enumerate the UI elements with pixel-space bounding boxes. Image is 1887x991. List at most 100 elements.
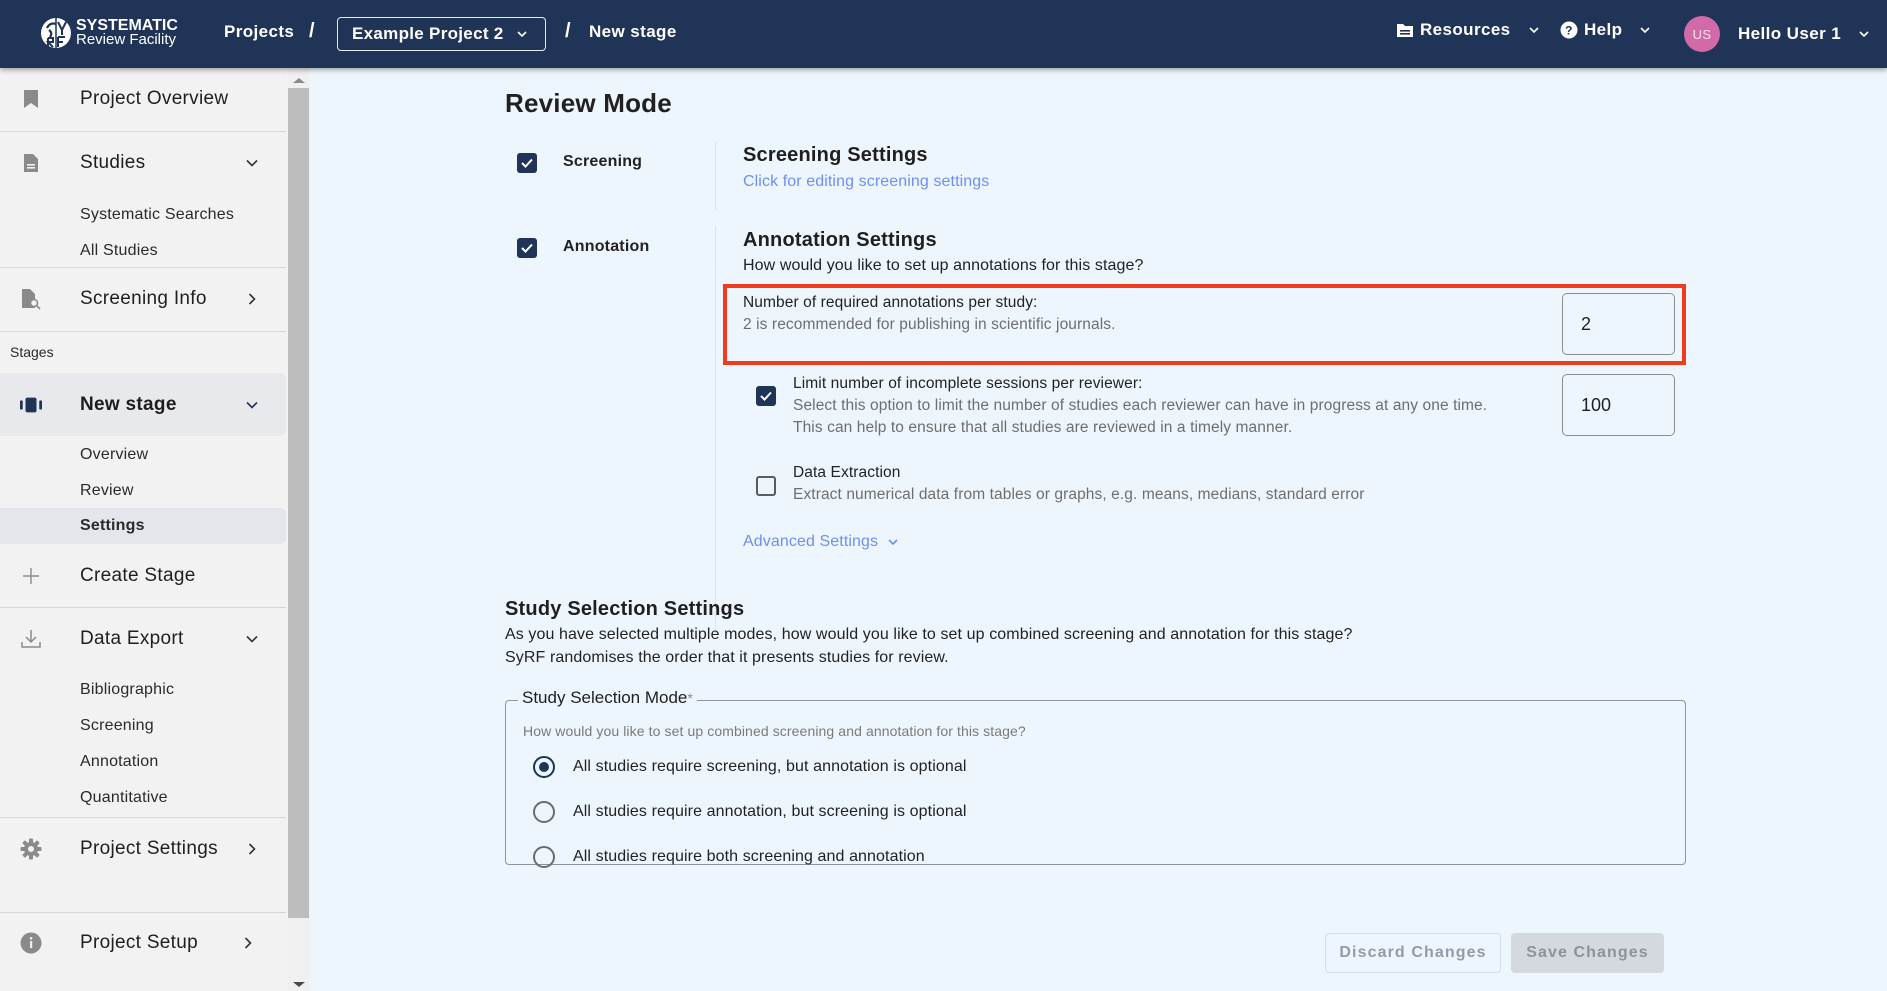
advanced-settings-label: Advanced Settings [743, 533, 879, 550]
help-circle-icon: ? [1560, 21, 1578, 39]
document-search-icon [20, 288, 42, 310]
logo-subtitle: Review Facility [76, 31, 177, 48]
required-annotations-hint: 2 is recommended for publishing in scien… [743, 316, 1116, 333]
scroll-up-arrow-icon[interactable] [293, 78, 305, 83]
sidebar: Project Overview Studies Systematic Sear… [0, 68, 287, 991]
document-icon [20, 152, 42, 174]
required-annotations-input[interactable] [1562, 293, 1675, 355]
sidebar-item-label: Data Export [80, 628, 184, 649]
sidebar-subitem-quantitative[interactable]: Quantitative [0, 781, 286, 815]
checkmark-icon [760, 391, 772, 401]
divider [0, 267, 286, 268]
svg-text:?: ? [1565, 24, 1573, 38]
sidebar-subitem-label: Overview [80, 446, 149, 463]
help-label: Help [1584, 20, 1623, 39]
divider [0, 817, 286, 818]
info-icon [20, 932, 42, 954]
sidebar-scrollbar[interactable] [288, 68, 310, 991]
sidebar-subitem-label: Annotation [80, 753, 159, 770]
sidebar-item-screening-info[interactable]: Screening Info [0, 270, 286, 328]
breadcrumb-projects[interactable]: Projects [224, 22, 294, 42]
data-extraction-label: Data Extraction [793, 464, 901, 481]
chevron-down-icon [1528, 27, 1539, 34]
sidebar-item-studies[interactable]: Studies [0, 134, 286, 192]
sidebar-item-label: Project Setup [80, 932, 198, 953]
sidebar-subitem-label: Bibliographic [80, 681, 175, 698]
sidebar-subitem-bibliographic[interactable]: Bibliographic [0, 673, 286, 707]
study-selection-title: Study Selection Settings [505, 598, 745, 620]
annotation-settings-subtitle: How would you like to set up annotations… [743, 257, 1144, 274]
divider [0, 331, 286, 332]
study-selection-mode-legend: Study Selection Mode* [518, 688, 697, 708]
resources-menu[interactable]: Resources [1396, 20, 1541, 40]
folder-icon [1397, 24, 1413, 37]
legend-text: Study Selection Mode [522, 688, 688, 707]
radio-annotation-required[interactable] [533, 801, 555, 823]
discard-changes-button[interactable]: Discard Changes [1325, 933, 1501, 973]
chevron-down-icon [888, 539, 898, 546]
sidebar-item-label: Create Stage [80, 565, 196, 586]
sidebar-subitem-label: All Studies [80, 242, 158, 259]
sidebar-subitem-label: Quantitative [80, 789, 168, 806]
download-icon [20, 628, 42, 650]
advanced-settings-toggle[interactable]: Advanced Settings [743, 533, 900, 551]
limit-sessions-hint: Select this option to limit the number o… [793, 397, 1488, 414]
main-content: Review Mode Screening Annotation Screeni… [310, 68, 1887, 991]
screening-mode-label[interactable]: Screening [563, 153, 642, 171]
edit-screening-settings-link[interactable]: Click for editing screening settings [743, 173, 989, 191]
sidebar-item-label: Screening Info [80, 288, 207, 309]
sidebar-subitem-label: Screening [80, 717, 154, 734]
help-menu[interactable]: ? Help [1560, 20, 1652, 40]
annotation-mode-checkbox[interactable] [517, 238, 537, 258]
sidebar-subitem-overview[interactable]: Overview [0, 438, 286, 472]
project-select-dropdown[interactable]: Example Project 2 [337, 17, 546, 51]
project-select-value: Example Project 2 [352, 24, 504, 43]
sidebar-subitem-annotation[interactable]: Annotation [0, 745, 286, 779]
user-greeting: Hello User 1 [1738, 24, 1842, 43]
bookmark-icon [20, 88, 42, 110]
user-menu[interactable]: US Hello User 1 [1684, 16, 1871, 52]
radio-screening-required[interactable] [533, 756, 555, 778]
divider [0, 131, 286, 132]
stage-carousel-icon [20, 394, 42, 416]
limit-sessions-input[interactable] [1562, 374, 1675, 436]
sidebar-item-create-stage[interactable]: Create Stage [0, 547, 286, 605]
annotation-mode-label[interactable]: Annotation [563, 238, 649, 256]
syrf-logo-icon [41, 18, 71, 48]
limit-sessions-checkbox[interactable] [756, 386, 776, 406]
save-changes-button[interactable]: Save Changes [1511, 933, 1664, 973]
sidebar-subitem-review[interactable]: Review [0, 474, 286, 508]
sidebar-item-label: Studies [80, 152, 146, 173]
scrollbar-thumb[interactable] [288, 88, 309, 918]
sidebar-subitem-label: Settings [80, 517, 145, 534]
data-extraction-checkbox[interactable] [756, 476, 776, 496]
chevron-right-icon [248, 293, 256, 305]
radio-option-label[interactable]: All studies require screening, but annot… [573, 758, 967, 776]
sidebar-subitem-screening[interactable]: Screening [0, 709, 286, 743]
scroll-down-arrow-icon[interactable] [293, 982, 305, 987]
sidebar-subitem-settings[interactable]: Settings [0, 508, 286, 544]
chevron-right-icon [244, 937, 252, 949]
study-selection-description: As you have selected multiple modes, how… [505, 626, 1353, 643]
limit-sessions-hint: This can help to ensure that all studies… [793, 419, 1293, 436]
sidebar-item-data-export[interactable]: Data Export [0, 610, 286, 668]
breadcrumb-separator: / [565, 20, 571, 42]
radio-both-required[interactable] [533, 846, 555, 868]
radio-option-label[interactable]: All studies require annotation, but scre… [573, 803, 967, 821]
sidebar-subitem-label: Review [80, 482, 134, 499]
sidebar-item-new-stage[interactable]: New stage [0, 373, 286, 436]
logo[interactable]: SYSTEMATIC Review Facility [40, 16, 178, 50]
required-annotations-label: Number of required annotations per study… [743, 294, 1038, 311]
chevron-down-icon [246, 401, 258, 409]
screening-mode-checkbox[interactable] [517, 153, 537, 173]
sidebar-item-project-setup[interactable]: Project Setup [0, 914, 286, 972]
resources-label: Resources [1420, 20, 1511, 39]
data-extraction-hint: Extract numerical data from tables or gr… [793, 486, 1365, 503]
annotation-settings-title: Annotation Settings [743, 229, 937, 251]
sidebar-subitem-all-studies[interactable]: All Studies [0, 234, 286, 268]
radio-option-label[interactable]: All studies require both screening and a… [573, 848, 925, 866]
top-navigation-bar: SYSTEMATIC Review Facility Projects / Ex… [0, 0, 1887, 68]
sidebar-item-project-overview[interactable]: Project Overview [0, 70, 286, 128]
sidebar-subitem-systematic-searches[interactable]: Systematic Searches [0, 198, 286, 232]
sidebar-item-project-settings[interactable]: Project Settings [0, 820, 286, 878]
